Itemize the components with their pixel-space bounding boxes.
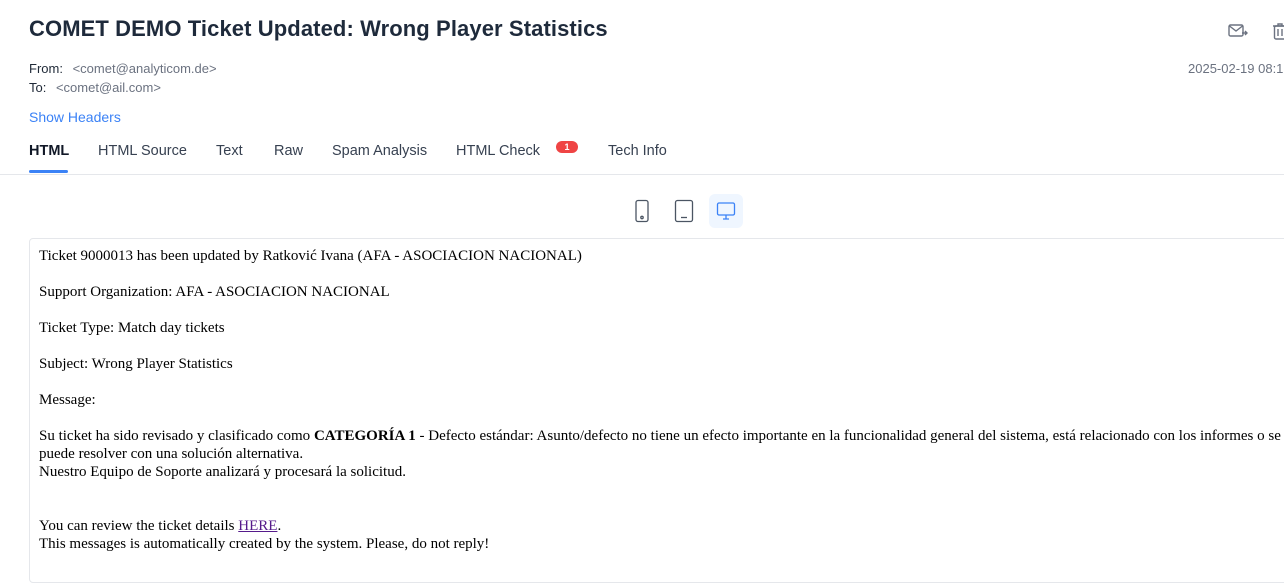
from-row: From: <comet@analyticom.de> [29,61,217,76]
body-message: Su ticket ha sido revisado y clasificado… [39,427,1284,481]
desktop-icon [716,201,736,221]
email-body: Ticket 9000013 has been updated by Ratko… [39,247,1284,553]
to-row: To: <comet@ail.com> [29,80,161,95]
email-actions [1227,20,1284,42]
tab-spam-analysis[interactable]: Spam Analysis [332,143,427,159]
mobile-view-button[interactable] [625,194,659,228]
review-text: You can review the ticket details [39,518,238,534]
email-date: 2025-02-19 08:1 [1188,61,1283,76]
ticket-details-link[interactable]: HERE [238,518,277,534]
view-tabs: HTML HTML Source Text Raw Spam Analysis … [0,134,1284,175]
tab-html-check[interactable]: HTML Check [456,143,540,159]
to-address: <comet@ail.com> [56,80,161,95]
html-check-badge: 1 [556,141,578,153]
tablet-view-button[interactable] [667,194,701,228]
message-line-2: Nuestro Equipo de Soporte analizará y pr… [39,464,406,480]
body-review: You can review the ticket details HERE. … [39,517,1284,553]
body-line-organization: Support Organization: AFA - ASOCIACION N… [39,283,1284,301]
review-period: . [277,518,281,534]
body-line-updated: Ticket 9000013 has been updated by Ratko… [39,247,1284,265]
tab-html-source[interactable]: HTML Source [98,143,187,159]
tab-text[interactable]: Text [216,143,243,159]
desktop-view-button[interactable] [709,194,743,228]
from-address: <comet@analyticom.de> [73,61,217,76]
message-text-pre: Su ticket ha sido revisado y clasificado… [39,428,314,444]
email-subject: COMET DEMO Ticket Updated: Wrong Player … [29,16,608,42]
tab-tech-info[interactable]: Tech Info [608,143,667,159]
tab-html[interactable]: HTML [29,143,69,159]
mobile-icon [634,199,650,223]
email-preview-frame: Ticket 9000013 has been updated by Ratko… [29,238,1284,583]
message-category: CATEGORÍA 1 [314,428,416,444]
tab-raw[interactable]: Raw [274,143,303,159]
trash-icon[interactable] [1269,20,1284,42]
active-tab-indicator [29,170,68,173]
to-label: To: [29,80,46,95]
tablet-icon [674,199,694,223]
body-line-ticket-type: Ticket Type: Match day tickets [39,319,1284,337]
show-headers-link[interactable]: Show Headers [29,109,121,125]
footer-note: This messages is automatically created b… [39,536,489,552]
body-line-message-label: Message: [39,391,1284,409]
body-line-subject: Subject: Wrong Player Statistics [39,355,1284,373]
from-label: From: [29,61,63,76]
device-preview-toggle [625,194,743,228]
mail-forward-icon[interactable] [1227,20,1249,42]
